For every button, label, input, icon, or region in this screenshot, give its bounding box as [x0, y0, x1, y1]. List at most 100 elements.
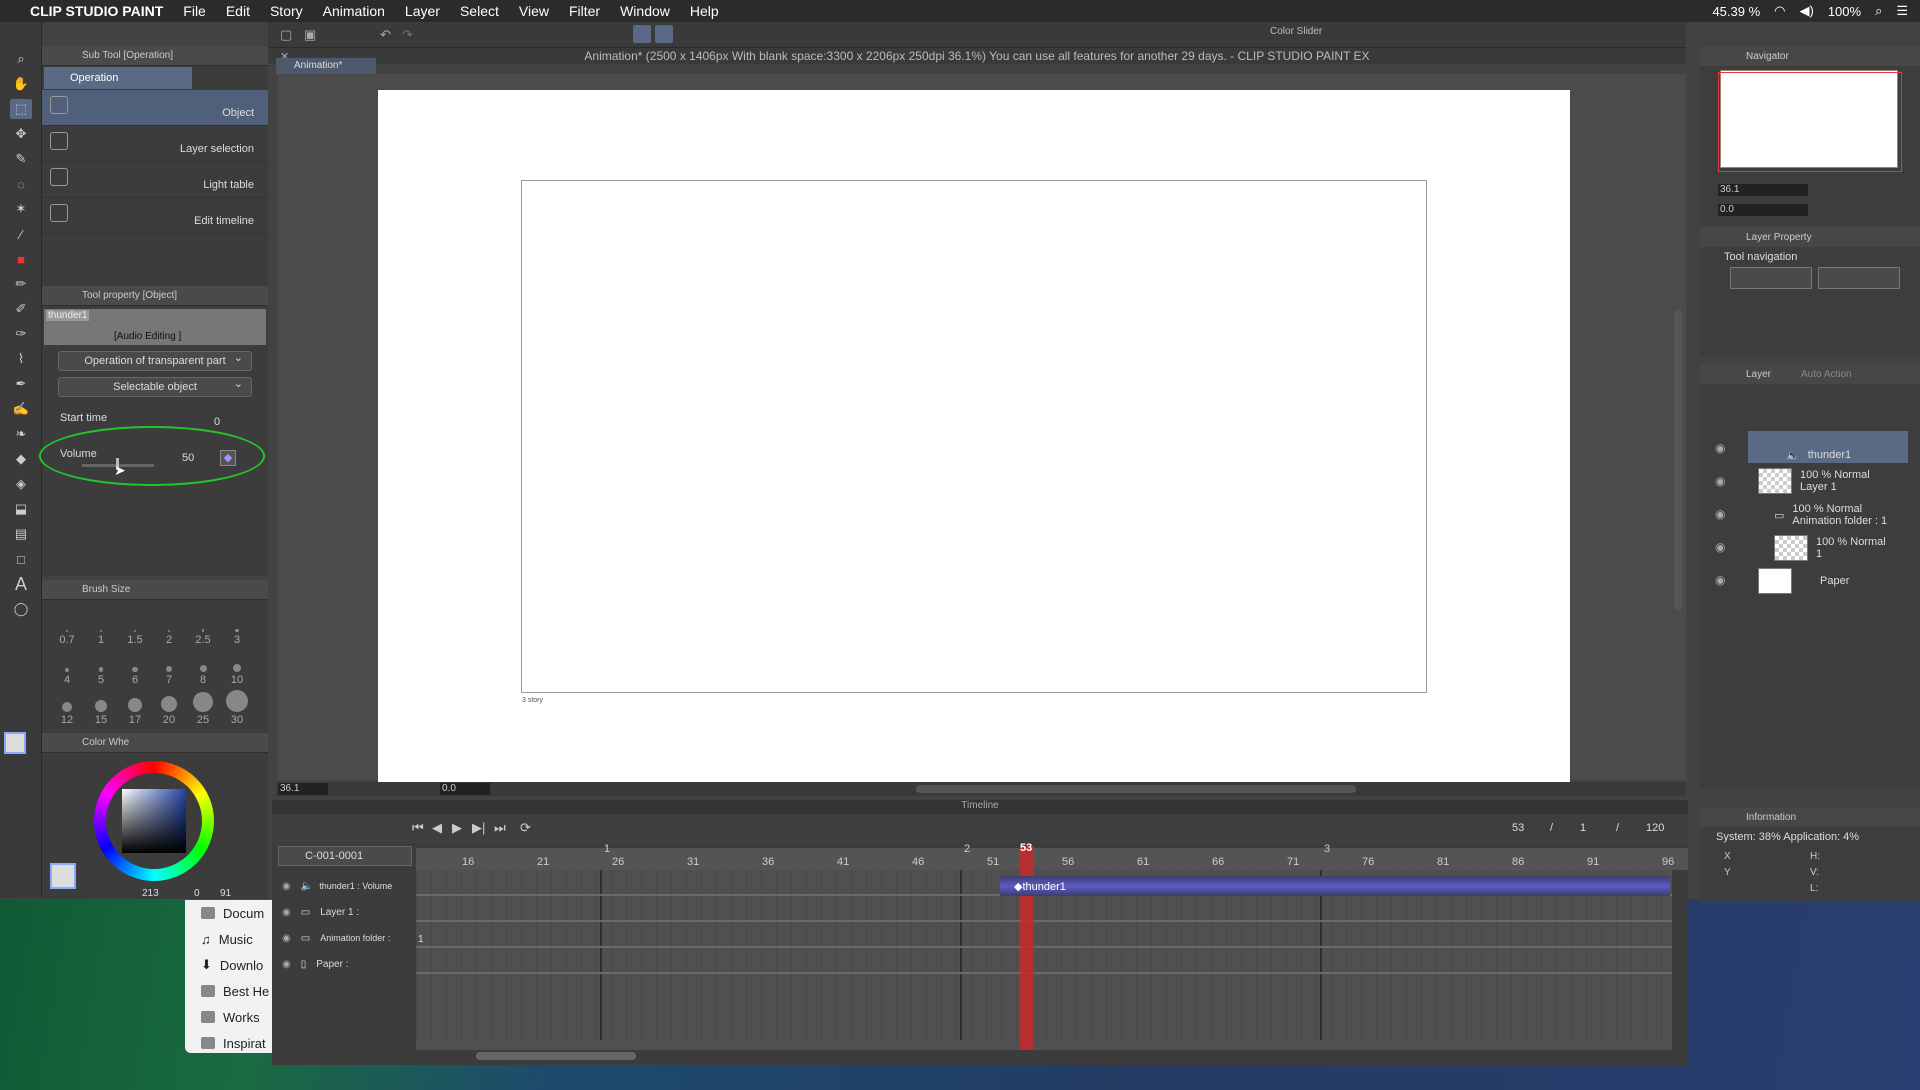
selectable-object-dropdown[interactable]: Selectable object [58, 377, 252, 397]
start-time-value[interactable]: 0 [214, 416, 220, 428]
finder-item[interactable]: ⬇ Downlo [185, 952, 275, 978]
subtool-object[interactable]: Object [42, 90, 268, 126]
eye-icon[interactable]: ◉ [1715, 507, 1731, 521]
lasso-tool-icon[interactable]: ◌ [10, 174, 32, 194]
eye-icon[interactable]: ◉ [282, 933, 291, 944]
timeline-scrollbar[interactable] [476, 1052, 636, 1060]
track-animation-folder[interactable]: ◉ ▭ Animation folder : [278, 926, 424, 950]
main-color-swatch[interactable] [4, 732, 26, 754]
menu-filter[interactable]: Filter [559, 3, 610, 19]
operation-tool-icon[interactable]: ⬚ [10, 99, 32, 119]
eye-icon[interactable]: ◉ [282, 907, 291, 918]
zoom-field[interactable]: 36.1 [278, 783, 328, 795]
hand-tool-icon[interactable]: ✋ [10, 74, 32, 94]
brush-size-option[interactable]: 25 [188, 690, 218, 726]
navigator-rotate[interactable]: 0.0 [1718, 204, 1808, 216]
sheet-select[interactable]: C-001-0001 [278, 846, 412, 866]
layer-paper[interactable]: Paper [1758, 565, 1914, 597]
fill-icon[interactable]: ◈ [10, 474, 32, 494]
horizontal-scrollbar[interactable] [916, 785, 1356, 793]
eye-icon[interactable]: ◉ [1715, 474, 1731, 488]
wifi-icon[interactable]: ◠ [1774, 3, 1785, 19]
eye-icon[interactable]: ◉ [1715, 441, 1731, 455]
brush-size-option[interactable]: 3 [222, 610, 252, 646]
sv-square[interactable] [122, 789, 186, 853]
pencil-icon[interactable]: ✏ [10, 274, 32, 294]
layer-layer1[interactable]: 100 % Normal Layer 1 [1758, 465, 1914, 497]
first-frame-icon[interactable]: ⏮ [412, 820, 424, 836]
blend-icon[interactable]: ❧ [10, 424, 32, 444]
move-tool-icon[interactable]: ✥ [10, 124, 32, 144]
last-frame-icon[interactable]: ⏭ [494, 820, 506, 836]
prev-frame-icon[interactable]: ◀ [432, 820, 442, 836]
magic-wand-icon[interactable]: ✶ [10, 199, 32, 219]
gradient-icon[interactable]: ▤ [10, 524, 32, 544]
eraser-icon[interactable]: ◆ [10, 449, 32, 469]
snap-icon[interactable] [633, 25, 651, 43]
subtool-layer-selection[interactable]: Layer selection [42, 126, 268, 162]
next-frame-icon[interactable]: ▶| [472, 820, 485, 836]
track-layer1[interactable]: ◉ ▭ Layer 1 : [278, 900, 424, 924]
menu-edit[interactable]: Edit [216, 3, 260, 19]
tool-nav-button-2[interactable] [1818, 267, 1900, 289]
track-area[interactable] [416, 870, 1672, 1050]
eye-icon[interactable]: ◉ [1715, 540, 1731, 554]
brush-size-option[interactable]: 1.5 [120, 610, 150, 646]
brush-size-option[interactable]: 8 [188, 650, 218, 686]
menu-story[interactable]: Story [260, 3, 313, 19]
rotate-field[interactable]: 0.0 [440, 783, 490, 795]
brush-size-option[interactable]: 0.7 [52, 610, 82, 646]
menu-layer[interactable]: Layer [395, 3, 450, 19]
brush-size-option[interactable]: 5 [86, 650, 116, 686]
eyedropper-icon[interactable]: ⁄ [10, 224, 32, 244]
tool-nav-button-1[interactable] [1730, 267, 1812, 289]
zoom-tool-icon[interactable]: ⌕ [10, 49, 32, 69]
brush-size-option[interactable]: 17 [120, 690, 150, 726]
finder-item[interactable]: Best He [185, 978, 275, 1004]
subtool-edit-timeline[interactable]: Edit timeline [42, 198, 268, 234]
brush-size-option[interactable]: 12 [52, 690, 82, 726]
balloon-icon[interactable]: ◯ [10, 599, 32, 619]
menu-animation[interactable]: Animation [313, 3, 395, 19]
brush-size-option[interactable]: 4 [52, 650, 82, 686]
vertical-scrollbar[interactable] [1674, 310, 1682, 610]
text-tool-icon[interactable]: A [10, 574, 32, 594]
menu-window[interactable]: Window [610, 3, 680, 19]
current-color-swatch[interactable] [50, 863, 76, 889]
brush-size-option[interactable]: 15 [86, 690, 116, 726]
pen-tool-icon[interactable]: ✎ [10, 149, 32, 169]
track-paper[interactable]: ◉ ▯ Paper : [278, 952, 424, 976]
finder-item[interactable]: Inspirat [185, 1030, 275, 1056]
menu-help[interactable]: Help [680, 3, 729, 19]
layer-cel-1[interactable]: 100 % Normal 1 [1774, 532, 1920, 564]
brush-size-option[interactable]: 7 [154, 650, 184, 686]
menu-file[interactable]: File [173, 3, 216, 19]
loop-icon[interactable]: ⟳ [520, 820, 531, 836]
brush-size-option[interactable]: 1 [86, 610, 116, 646]
brush-icon[interactable]: ✑ [10, 324, 32, 344]
search-icon[interactable]: ⌕ [1875, 3, 1882, 19]
figure-icon[interactable]: □ [10, 549, 32, 569]
tab-animation[interactable]: Animation* [276, 58, 376, 74]
app-menu[interactable]: CLIP STUDIO PAINT [20, 3, 173, 19]
navigator-zoom[interactable]: 36.1 [1718, 184, 1808, 196]
eye-icon[interactable]: ◉ [1715, 573, 1731, 587]
navigator-viewport[interactable] [1718, 72, 1902, 172]
new-icon[interactable]: ▢ [280, 27, 292, 43]
brush-size-option[interactable]: 2.5 [188, 610, 218, 646]
eye-icon[interactable]: ◉ [282, 959, 291, 970]
brush-size-option[interactable]: 6 [120, 650, 150, 686]
subtool-light-table[interactable]: Light table [42, 162, 268, 198]
redo-icon[interactable]: ↷ [402, 27, 413, 43]
brush-size-option[interactable]: 10 [222, 650, 252, 686]
volume-icon[interactable]: ◀) [1799, 3, 1813, 19]
menu-view[interactable]: View [509, 3, 559, 19]
red-brush-icon[interactable]: ■ [10, 249, 32, 269]
layer-animation-folder[interactable]: ▭ 100 % Normal Animation folder : 1 [1774, 499, 1920, 531]
brush-size-option[interactable]: 2 [154, 610, 184, 646]
eye-icon[interactable]: ◉ [282, 881, 291, 892]
finder-item[interactable]: ♫ Music [185, 926, 275, 952]
menu-icon[interactable]: ☰ [1896, 3, 1908, 19]
undo-icon[interactable]: ↶ [380, 27, 391, 43]
brush-size-option[interactable]: 20 [154, 690, 184, 726]
